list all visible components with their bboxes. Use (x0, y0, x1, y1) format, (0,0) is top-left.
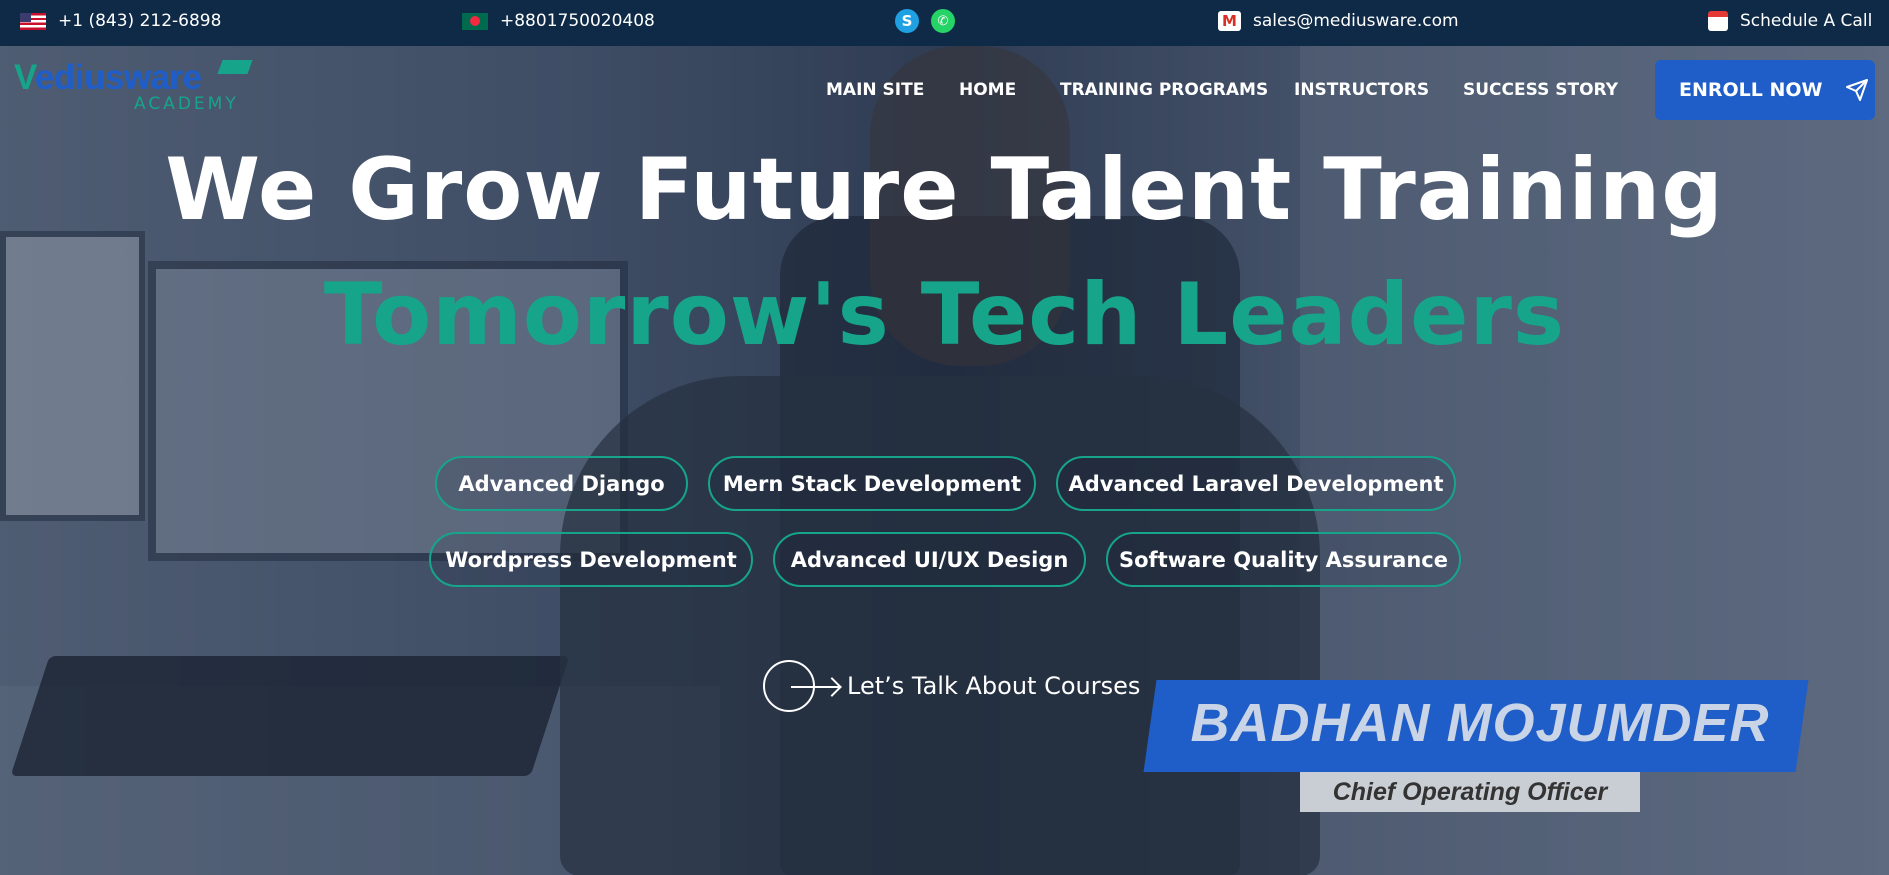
schedule-call-link[interactable]: Schedule A Call (1708, 0, 1872, 42)
talk-about-courses-cta[interactable]: Let’s Talk About Courses (763, 660, 1140, 712)
skype-icon[interactable]: S (895, 9, 919, 33)
calendar-icon (1708, 11, 1728, 31)
course-pill-qa[interactable]: Software Quality Assurance (1106, 532, 1461, 587)
nav-success-story[interactable]: SUCCESS STORY (1463, 80, 1618, 100)
hero-headline: We Grow Future Talent Training (165, 140, 1724, 240)
us-flag-icon (20, 12, 46, 30)
us-phone-contact[interactable]: +1 (843) 212-6898 (20, 0, 221, 42)
speaker-role: Chief Operating Officer (1300, 772, 1640, 812)
whatsapp-icon[interactable]: ✆ (931, 9, 955, 33)
hero-subheadline: Tomorrow's Tech Leaders (323, 265, 1566, 365)
course-pill-laravel[interactable]: Advanced Laravel Development (1056, 456, 1456, 511)
enroll-now-button[interactable]: ENROLL NOW (1655, 60, 1875, 120)
schedule-call-text[interactable]: Schedule A Call (1740, 11, 1872, 31)
speaker-name: BADHAN MOJUMDER (1190, 693, 1770, 753)
course-pill-mern[interactable]: Mern Stack Development (708, 456, 1036, 511)
email-contact[interactable]: M sales@mediusware.com (1218, 0, 1459, 42)
messenger-links: S ✆ (895, 0, 955, 42)
academy-logo[interactable]: Vediusware ACADEMY (14, 58, 239, 114)
us-phone-text[interactable]: +1 (843) 212-6898 (58, 11, 221, 31)
send-icon (1845, 79, 1868, 101)
course-pill-uiux[interactable]: Advanced UI/UX Design (773, 532, 1086, 587)
bd-phone-contact[interactable]: +8801750020408 (462, 0, 655, 42)
bd-flag-icon (462, 12, 488, 30)
course-pill-django[interactable]: Advanced Django (435, 456, 688, 511)
gmail-icon: M (1218, 11, 1241, 31)
logo-wordmark: Vediusware (14, 58, 202, 97)
nav-training-programs[interactable]: TRAINING PROGRAMS (1060, 80, 1268, 100)
email-text[interactable]: sales@mediusware.com (1253, 11, 1459, 31)
nav-home[interactable]: HOME (959, 80, 1016, 100)
logo-subtitle: ACADEMY (134, 94, 239, 114)
enroll-now-label: ENROLL NOW (1679, 79, 1823, 101)
arrow-circle-icon (763, 660, 839, 712)
course-pill-wordpress[interactable]: Wordpress Development (429, 532, 753, 587)
bd-phone-text[interactable]: +8801750020408 (500, 11, 655, 31)
nav-main-site[interactable]: MAIN SITE (826, 80, 924, 100)
graduation-cap-icon (217, 60, 253, 74)
top-contact-bar: +1 (843) 212-6898 +8801750020408 S ✆ M s… (0, 0, 1889, 46)
cta-label: Let’s Talk About Courses (847, 672, 1141, 700)
nav-instructors[interactable]: INSTRUCTORS (1294, 80, 1429, 100)
